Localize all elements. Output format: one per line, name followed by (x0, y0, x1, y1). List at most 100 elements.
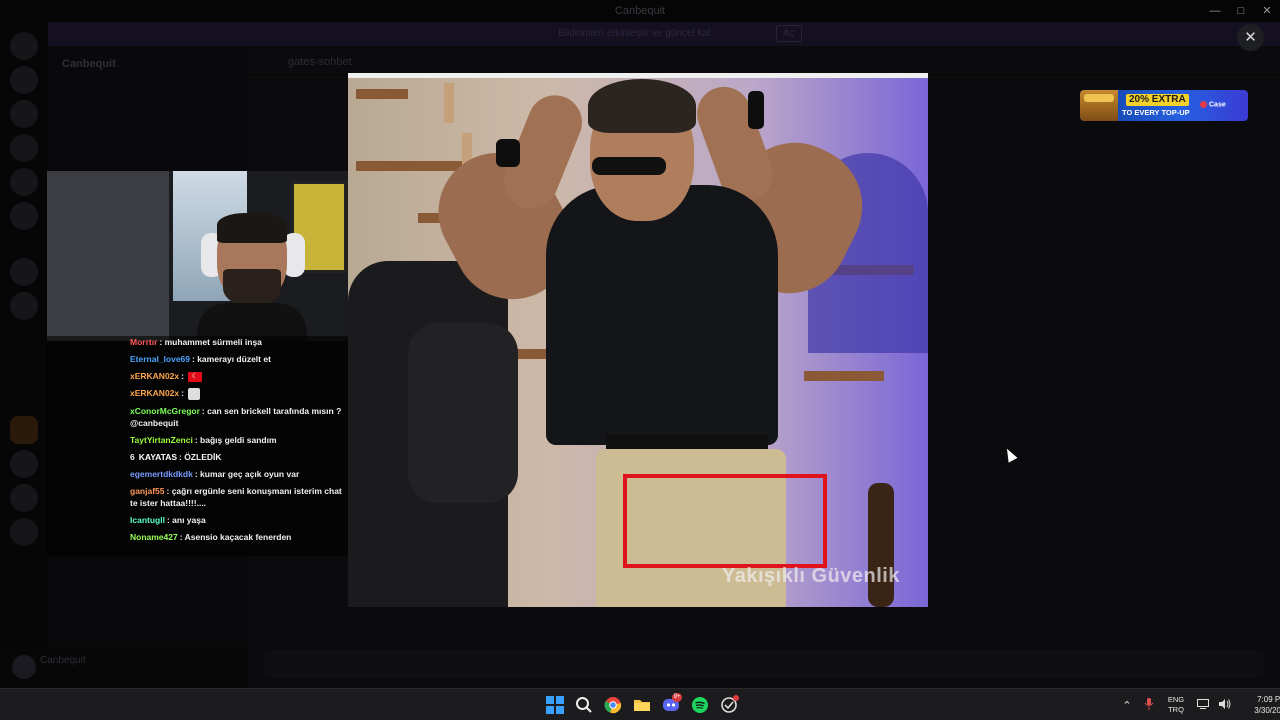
ad-banner[interactable]: 20% EXTRA TO EVERY TOP-UP Case (1080, 90, 1248, 121)
search-button[interactable] (569, 689, 598, 720)
chat-message: ganjaf55: çağrı ergünle seni konuşmanı i… (130, 485, 348, 509)
stream-chat-overlay: Morrtır: muhammet sürmeli inşa Eternal_lo… (47, 336, 348, 556)
server-name[interactable]: Canbequit (62, 58, 116, 70)
language-indicator[interactable]: ENG TRQ (1164, 695, 1188, 715)
server-icon[interactable] (10, 202, 38, 230)
window-close-icon[interactable]: ✕ (1254, 0, 1280, 22)
chevron-up-icon[interactable]: ⌃ (1116, 699, 1138, 712)
discord-button[interactable]: 9+ (656, 689, 685, 720)
volume-icon[interactable] (1214, 698, 1236, 712)
ad-brand-label: Case (1209, 101, 1226, 109)
folder-icon (633, 700, 650, 711)
red-highlight-box (623, 474, 827, 568)
chat-username[interactable]: Eternal_love69 (130, 354, 190, 364)
server-icon[interactable] (10, 32, 38, 60)
app-button[interactable] (714, 689, 743, 720)
language-line-1: ENG (1167, 695, 1185, 704)
chat-username[interactable]: Morrtır (130, 337, 157, 347)
server-icon[interactable] (10, 258, 38, 286)
chat-text: : (181, 388, 184, 398)
chat-message: Eternal_love69: kamerayı düzelt et (130, 353, 348, 365)
windows-icon (545, 696, 564, 714)
sunglasses (592, 157, 666, 175)
server-icon[interactable] (10, 416, 38, 444)
window-controls: — □ ✕ (1202, 0, 1280, 22)
server-icon[interactable] (10, 484, 38, 512)
app-title: Canbequit (614, 5, 666, 17)
server-icon[interactable] (10, 134, 38, 162)
minimize-icon[interactable]: — (1202, 0, 1228, 22)
wall-plank (444, 83, 454, 123)
close-preview-button[interactable]: ✕ (1237, 24, 1264, 51)
language-line-2: TRQ (1168, 705, 1184, 714)
chat-badge: 6 (130, 451, 135, 462)
chat-message: xConorMcGregor: can sen brickell tarafın… (130, 405, 348, 429)
chat-text: : kumar geç açık oyun var (194, 468, 300, 479)
server-icon[interactable] (10, 100, 38, 128)
turkish-flag-emote-icon: ☾ (187, 371, 202, 382)
chat-text: : ÖZLEDİK (179, 451, 222, 462)
chat-username[interactable]: Icantugll (130, 515, 165, 525)
wristband (748, 91, 764, 129)
server-icon[interactable] (10, 292, 38, 320)
chat-text: : anı yaşa (166, 514, 206, 525)
chat-username[interactable]: xConorMcGregor (130, 406, 200, 416)
avatar[interactable] (12, 655, 36, 679)
wall-shelf (804, 371, 884, 381)
chrome-button[interactable] (598, 689, 627, 720)
streamer (197, 213, 307, 341)
preview-top-edge (348, 73, 928, 78)
microphone-icon[interactable] (1138, 697, 1160, 713)
image-preview[interactable]: Yakışıklı Güvenlik (348, 73, 928, 607)
network-icon[interactable] (1192, 698, 1214, 712)
webcam-feed (47, 171, 348, 341)
chat-username[interactable]: KAYATAS (139, 452, 177, 462)
chat-text: : (181, 371, 184, 381)
user-name: Canbequit (40, 655, 86, 666)
person-hair (588, 79, 696, 133)
server-icon[interactable] (10, 168, 38, 196)
notice-text: Bildirimleri etkinleştir ve güncel kal (558, 28, 711, 39)
face-emote-icon (187, 387, 200, 400)
notification-dot (733, 695, 739, 701)
chat-message: 6 KAYATAS: ÖZLEDİK (130, 451, 348, 463)
chat-message: xERKAN02x: ☾ (130, 370, 348, 382)
start-button[interactable] (540, 689, 569, 720)
chat-username[interactable]: egemertdkdkdk (130, 469, 193, 479)
chat-text: : muhammet sürmeli inşa (159, 337, 262, 347)
streamer-hair (217, 213, 287, 243)
ad-brand: Case (1200, 101, 1226, 108)
file-explorer-button[interactable] (627, 689, 656, 720)
chat-username[interactable]: xERKAN02x (130, 388, 179, 398)
app-title-bar: Canbequit — □ ✕ (0, 0, 1280, 22)
streamer-beard (223, 269, 281, 307)
message-input[interactable] (264, 650, 1264, 678)
chat-message: egemertdkdkdk: kumar geç açık oyun var (130, 468, 348, 480)
chat-username[interactable]: Noname427 (130, 532, 178, 542)
server-icon[interactable] (10, 66, 38, 94)
spotify-button[interactable] (685, 689, 714, 720)
chat-message: xERKAN02x: (130, 387, 348, 400)
chat-message: TaytYirtanZenci: bağış geldi sandım (130, 434, 348, 446)
taskbar-apps: 9+ (540, 689, 743, 720)
spotify-icon (691, 697, 708, 713)
chat-username[interactable]: ganjaf55 (130, 486, 165, 496)
guitar (868, 483, 894, 607)
server-icon[interactable] (10, 518, 38, 546)
user-panel: Canbequit (0, 646, 248, 688)
server-rail (0, 22, 48, 688)
search-icon (575, 697, 592, 713)
chrome-icon (603, 697, 621, 714)
person-shirt (546, 185, 778, 445)
chat-username[interactable]: xERKAN02x (130, 371, 179, 381)
notice-button[interactable]: Aç (776, 25, 802, 42)
clock-date: 3/30/2026 (1254, 706, 1280, 715)
clock[interactable]: 7:09 PM 3/30/2026 (1244, 694, 1280, 716)
maximize-icon[interactable]: □ (1228, 0, 1254, 22)
server-icon[interactable] (10, 450, 38, 478)
clock-time: 7:09 PM (1257, 695, 1280, 704)
chat-username[interactable]: TaytYirtanZenci (130, 435, 193, 445)
ad-topup-label: TO EVERY TOP-UP (1122, 108, 1190, 117)
treasure-chest-icon (1080, 90, 1118, 121)
chat-message-list: Morrtır: muhammet sürmeli inşa Eternal_lo… (130, 336, 348, 548)
